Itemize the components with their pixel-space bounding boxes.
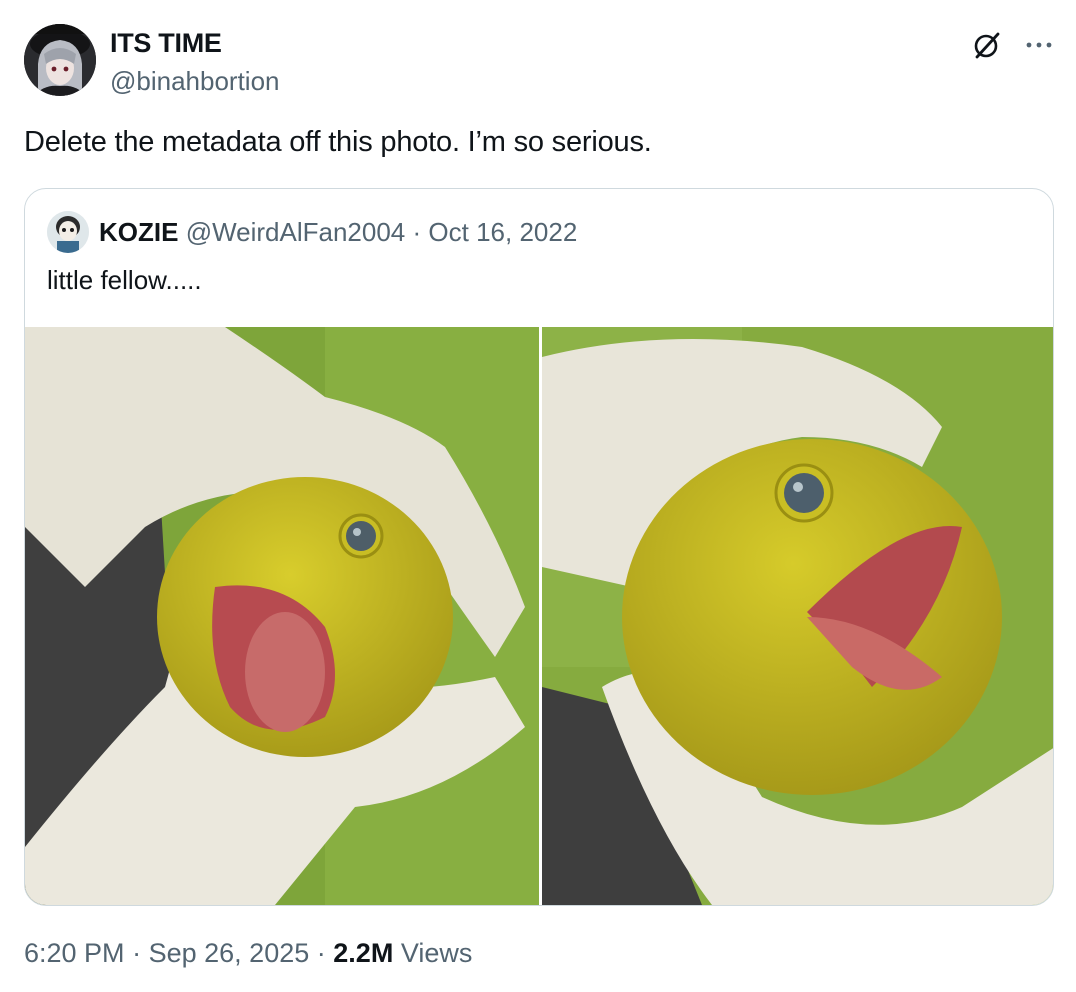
views-count[interactable]: 2.2M bbox=[333, 938, 393, 968]
quoted-separator: · bbox=[412, 217, 422, 247]
quoted-tweet[interactable]: KOZIE @WeirdAlFan2004 · Oct 16, 2022 lit… bbox=[24, 188, 1054, 906]
photo-right[interactable] bbox=[542, 327, 1054, 905]
quoted-name[interactable]: KOZIE bbox=[99, 217, 178, 247]
tweet-header: ITS TIME @binahbortion bbox=[24, 24, 1054, 100]
tweet-text: Delete the metadata off this photo. I’m … bbox=[24, 126, 652, 158]
footer-separator: · bbox=[316, 938, 326, 968]
grok-icon[interactable] bbox=[972, 30, 1002, 60]
tweet-time[interactable]: 6:20 PM bbox=[24, 938, 125, 968]
views-label[interactable]: Views bbox=[401, 938, 473, 968]
media-grid bbox=[25, 327, 1054, 905]
quoted-header: KOZIE @WeirdAlFan2004 · Oct 16, 2022 bbox=[99, 217, 577, 248]
quoted-date[interactable]: Oct 16, 2022 bbox=[428, 217, 577, 247]
more-icon[interactable] bbox=[1024, 30, 1054, 60]
cartoon-avatar-icon bbox=[47, 211, 89, 253]
quoted-avatar[interactable] bbox=[47, 211, 89, 253]
avatar[interactable] bbox=[24, 24, 96, 96]
footer-separator: · bbox=[132, 938, 142, 968]
tweet-date[interactable]: Sep 26, 2025 bbox=[149, 938, 310, 968]
author-handle[interactable]: @binahbortion bbox=[110, 66, 280, 97]
anime-avatar-icon bbox=[24, 24, 96, 96]
author-name[interactable]: ITS TIME bbox=[110, 28, 222, 59]
quoted-handle[interactable]: @WeirdAlFan2004 bbox=[186, 217, 406, 247]
tweet-footer: 6:20 PM · Sep 26, 2025 · 2.2M Views bbox=[24, 938, 472, 969]
photo-left[interactable] bbox=[25, 327, 539, 905]
quoted-text: little fellow..... bbox=[47, 265, 202, 295]
